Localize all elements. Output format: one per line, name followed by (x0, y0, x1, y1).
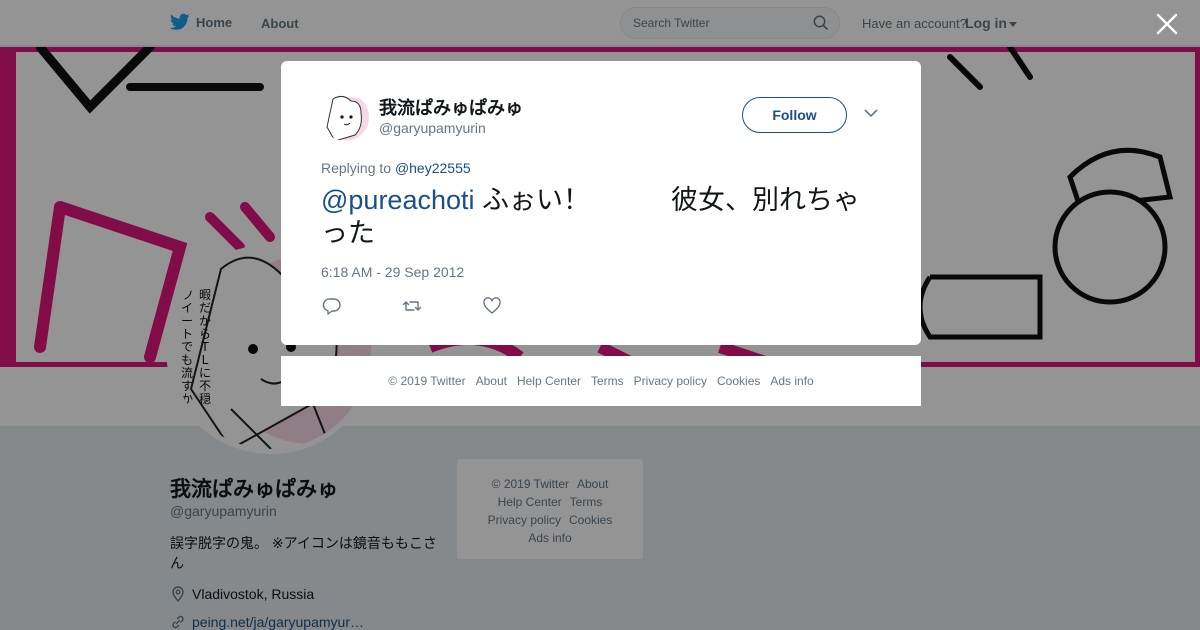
tweet-text: @pureachoti ふぉい！ 彼女、別れちゃった (321, 184, 886, 250)
modal-footer-terms-link[interactable]: Terms (591, 374, 624, 388)
replying-to-link[interactable]: @hey22555 (395, 160, 471, 176)
tweet-author-avatar[interactable] (321, 93, 369, 141)
replying-to: Replying to @hey22555 (321, 160, 471, 176)
close-icon[interactable] (1155, 12, 1179, 36)
heart-icon[interactable] (482, 296, 502, 316)
replying-to-prefix: Replying to (321, 160, 392, 176)
tweet-modal: 我流ぱみゅぱみゅ @garyupamyurin Follow Replying … (281, 61, 921, 345)
tweet-author-handle[interactable]: @garyupamyurin (379, 120, 486, 136)
modal-footer: © 2019 Twitter About Help Center Terms P… (281, 356, 921, 406)
modal-footer-privacy-link[interactable]: Privacy policy (634, 374, 707, 388)
reply-icon[interactable] (322, 296, 342, 316)
retweet-icon[interactable] (402, 296, 422, 316)
follow-button[interactable]: Follow (742, 97, 847, 133)
tweet-author-name[interactable]: 我流ぱみゅぱみゅ (379, 94, 523, 120)
modal-footer-about-link[interactable]: About (476, 374, 507, 388)
chevron-down-icon[interactable] (864, 108, 878, 118)
modal-footer-copyright: © 2019 Twitter (388, 374, 466, 388)
modal-footer-ads-link[interactable]: Ads info (770, 374, 813, 388)
avatar-illustration (326, 95, 369, 141)
tweet-mention-link[interactable]: @pureachoti (321, 185, 475, 215)
modal-footer-cookies-link[interactable]: Cookies (717, 374, 760, 388)
modal-footer-help-link[interactable]: Help Center (517, 374, 581, 388)
tweet-timestamp[interactable]: 6:18 AM - 29 Sep 2012 (321, 264, 464, 280)
